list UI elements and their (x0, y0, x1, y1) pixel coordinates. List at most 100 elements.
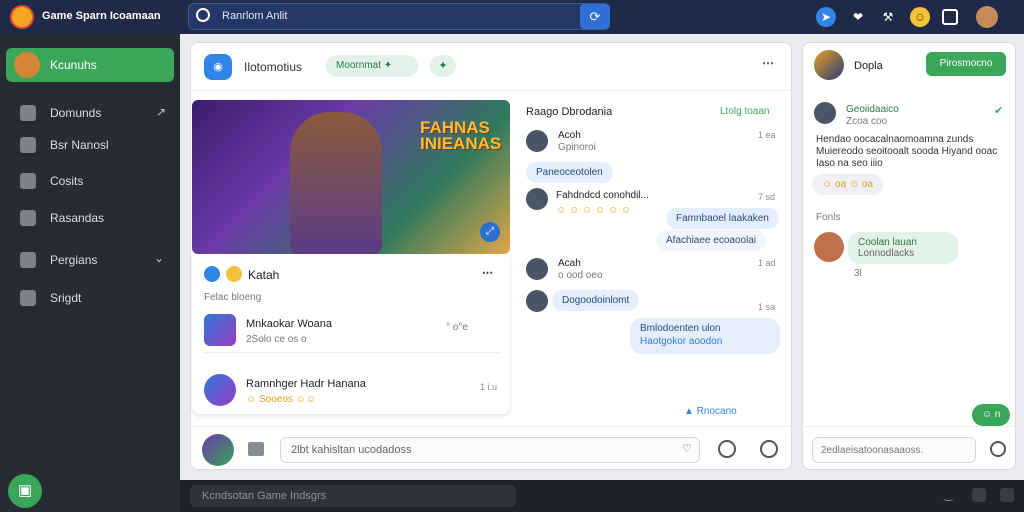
search-icon (196, 8, 210, 22)
chat-avatar[interactable] (526, 258, 548, 280)
section-label: Fonls (816, 212, 841, 223)
tools-icon[interactable]: ⚒ (878, 7, 898, 27)
check-icon: ✔ (994, 105, 1004, 117)
heart-icon[interactable]: ♡ (682, 442, 692, 455)
image-attach-icon[interactable] (248, 442, 264, 456)
feed-icon[interactable]: ◉ (204, 54, 232, 80)
chat-fab-button[interactable]: ▣ (8, 474, 42, 508)
chevron-down-icon[interactable]: ⌄ (154, 251, 164, 265)
send-icon[interactable] (760, 440, 778, 458)
divider (192, 426, 792, 427)
composer-avatar[interactable] (202, 434, 234, 466)
right-message-input[interactable]: 2edlaeisatoonasaaoss. (812, 437, 976, 463)
emoji-icon[interactable]: ☺ (910, 7, 930, 27)
id-card-icon[interactable] (942, 9, 958, 25)
emoji-chip-text: ☺ oa ☺ oa (822, 179, 874, 190)
sidebar-item-kcunuhs[interactable]: Kcunuhs (6, 48, 174, 82)
chat-input[interactable]: 2lbt kahisltan ucodadoss (280, 437, 700, 463)
bottom-search-input[interactable]: Kcndsotan Game Indsgrs (190, 485, 516, 507)
sidebar-item-pergians[interactable]: Pergians ⌄ (6, 243, 174, 277)
search-input[interactable]: Ranrlom Anlit (222, 10, 287, 22)
profile-avatar[interactable] (814, 50, 844, 80)
chat-avatar[interactable] (526, 290, 548, 312)
chat-time: 1 sa (758, 302, 776, 312)
post-subtitle: Felac bloeng (204, 292, 262, 303)
sidebar-item-srigdt[interactable]: Srigdt (6, 281, 174, 315)
follow-button[interactable]: Pirosmocno (926, 52, 1006, 76)
search-submit-button[interactable]: ⟳ (580, 4, 610, 29)
list-icon (20, 137, 36, 153)
chat-emoji-row: ☺ ☺ ☺ ☺ ☺ ☺ (556, 205, 632, 216)
chat-footer-label: Rnocano (696, 406, 737, 417)
folder-icon (20, 252, 36, 268)
feed-tag-chip[interactable]: Moornmat ✦ (326, 55, 418, 77)
item-avatar[interactable] (204, 374, 236, 406)
expand-badge-icon[interactable]: ⤢ (480, 222, 500, 242)
post-name[interactable]: Geoiidaaico (846, 104, 899, 115)
chat-avatar[interactable] (526, 188, 548, 210)
chat-bubble[interactable]: Afachiaee ecoaoolai (656, 230, 767, 251)
sidebar-item-label: Rasandas (50, 211, 105, 225)
feed-item-time: 1 i.u (480, 382, 498, 392)
post-author[interactable]: Katah (248, 268, 279, 282)
post-card (192, 256, 510, 414)
chat-bubble[interactable]: Paneoceotolen (526, 162, 613, 183)
chat-sender: Acah (558, 258, 581, 269)
chat-bubble-icon[interactable]: ❤ (848, 7, 868, 27)
sidebar-item-label: Bsr Nanosl (50, 138, 109, 152)
feed-tag-label: Moornmat (336, 60, 382, 71)
settings-icon (20, 290, 36, 306)
chat-header-action[interactable]: Ltolg toaan (720, 106, 770, 117)
divider (802, 426, 1016, 427)
sparkle-chip-icon[interactable]: ✦ (430, 55, 456, 77)
send-icon[interactable] (990, 441, 1006, 457)
sidebar-item-label: Domunds (50, 106, 102, 120)
post-avatar[interactable] (814, 102, 836, 124)
chat-sender-sub: Gpinoroi (558, 142, 596, 153)
sidebar-item-rasandas[interactable]: Rasandas (6, 201, 174, 235)
chat-bubble[interactable]: Dogoodoinlomt (552, 290, 640, 311)
sidebar-item-domunds[interactable]: Domunds ↗ (6, 96, 174, 130)
hero-game-logo: FAHNAS INIEANAS (420, 119, 501, 152)
feed-title: Ilotomotius (244, 60, 303, 74)
sidebar-item-label: Kcunuhs (50, 58, 97, 72)
app-title: Game Sparn Icoamaan (42, 10, 161, 22)
chat-sender: Fahdndcd conohdil... (556, 190, 649, 201)
small-action-button[interactable]: ☺ n (972, 404, 1010, 426)
item-thumbnail[interactable] (204, 314, 236, 346)
sidebar-item-label: Srigdt (50, 291, 82, 305)
profile-title: Dopla (854, 60, 883, 72)
divider (204, 352, 500, 353)
window-icon[interactable] (1000, 488, 1014, 502)
chat-time: 7 sd (758, 192, 776, 202)
feed-item-title[interactable]: Ramnhger Hadr Hanana (246, 378, 366, 390)
expand-icon[interactable]: ↗ (156, 105, 166, 119)
post-more-icon[interactable]: ⋯ (482, 266, 493, 279)
shield-icon[interactable] (972, 488, 986, 502)
feed-item-reactions: ☺ Sooeos ☺☺ (246, 394, 317, 405)
user-avatar[interactable] (976, 6, 998, 28)
chat-bubble[interactable]: Bmlodoenten ulon Haotgokor aoodon (630, 318, 780, 354)
thumbs-up-icon: ▲ (684, 406, 694, 417)
chat-footer-link[interactable]: ▲ Rnocano (684, 406, 737, 417)
hero-character-art (290, 112, 382, 254)
sparkle-icon: ✦ (383, 60, 393, 71)
more-options-icon[interactable]: ⋯ (762, 56, 774, 70)
app-logo-icon[interactable] (10, 5, 34, 29)
friend-card[interactable]: Coolan lauan Lonnodlacks (848, 232, 958, 264)
friend-avatar[interactable] (814, 232, 844, 262)
chat-avatar[interactable] (526, 130, 548, 152)
chat-time: 1 ea (758, 130, 776, 140)
sidebar-item-bsr-nanosl[interactable]: Bsr Nanosl (6, 128, 174, 162)
compass-icon[interactable]: ➤ (816, 7, 836, 27)
feed-item-count: ° o°e (446, 322, 468, 333)
feed-item-title[interactable]: Mnkaokar Woana (246, 318, 332, 330)
sidebar-item-cosits[interactable]: Cosits (6, 164, 174, 198)
chat-bubble[interactable]: Famnbaoel laakaken (666, 208, 779, 229)
emoji-picker-icon[interactable] (718, 440, 736, 458)
emoji-chip[interactable]: ☺ oa ☺ oa (812, 174, 884, 195)
verified-icon (204, 266, 220, 282)
chat-sender-sub: o ood oeo (558, 270, 603, 281)
post-sub: Zcoa coo (846, 116, 888, 127)
minimize-icon[interactable]: ‿ (944, 488, 953, 501)
